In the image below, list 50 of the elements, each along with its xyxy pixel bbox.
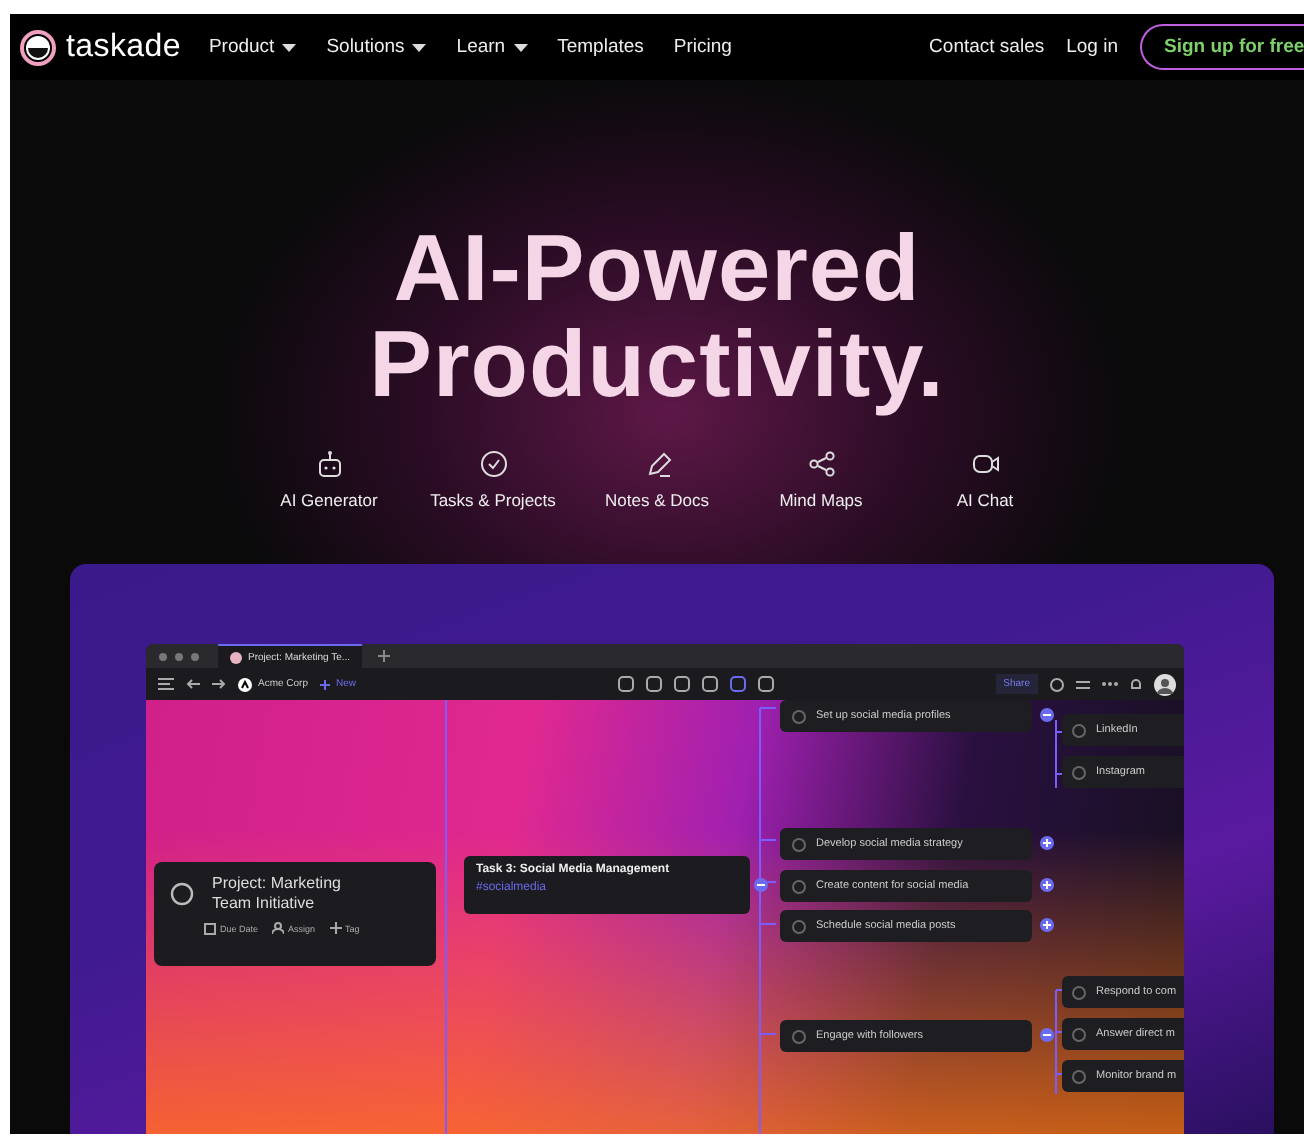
brand-name[interactable]: taskade <box>66 29 181 65</box>
expand-handle-icon[interactable] <box>1040 878 1054 892</box>
feature-link[interactable]: Tasks & Projects <box>430 490 556 510</box>
mind-map-view-icon[interactable] <box>729 676 746 692</box>
nav-link[interactable]: Pricing <box>673 36 732 58</box>
checkmark-circle-icon[interactable] <box>477 448 509 480</box>
nav-link[interactable]: Log in <box>1066 36 1118 58</box>
plus-icon <box>320 679 331 689</box>
collapse-handle-icon[interactable] <box>754 878 768 892</box>
nav-link[interactable]: Learn <box>456 36 528 58</box>
checkbox-icon <box>1072 723 1086 737</box>
avatar-icon[interactable] <box>1154 673 1176 695</box>
checkbox-icon <box>1072 765 1086 779</box>
collapse-handle-icon[interactable] <box>1040 1028 1054 1042</box>
checkbox-icon <box>1072 1027 1086 1041</box>
checkbox-icon <box>792 879 806 893</box>
nav-link[interactable]: Solutions <box>326 36 427 58</box>
checkbox-icon <box>792 837 806 851</box>
window-controls-icon <box>158 651 202 661</box>
forward-arrow-icon[interactable] <box>212 678 226 690</box>
feature-link[interactable]: AI Chat <box>956 490 1014 510</box>
nav-link[interactable]: Contact sales <box>929 36 1045 58</box>
robot-icon[interactable] <box>313 448 345 480</box>
person-icon <box>272 922 285 936</box>
back-arrow-icon[interactable] <box>186 678 200 690</box>
signup-button[interactable]: Sign up for free <box>1140 24 1304 70</box>
plus-icon[interactable] <box>378 650 391 662</box>
checkbox-icon <box>792 709 806 723</box>
feature-link[interactable]: Notes & Docs <box>605 490 709 510</box>
nav-link[interactable]: Templates <box>557 36 644 58</box>
feature-link[interactable]: AI Generator <box>280 490 378 510</box>
menu-icon[interactable] <box>158 678 174 690</box>
calendar-icon <box>204 922 216 936</box>
checkbox-icon <box>792 1029 806 1043</box>
expand-handle-icon[interactable] <box>1040 918 1054 932</box>
nav-link[interactable]: Product <box>208 36 297 58</box>
plus-icon <box>329 922 342 936</box>
project-title: Project: Marketing Team Initiative <box>212 874 343 914</box>
collapse-handle-icon[interactable] <box>1040 708 1054 722</box>
mind-map-icon[interactable] <box>805 448 837 480</box>
checkbox-icon <box>1072 985 1086 999</box>
checkbox-icon <box>792 919 806 933</box>
checkbox-icon <box>1072 1069 1086 1083</box>
bell-icon[interactable] <box>1130 677 1142 691</box>
taskade-logo-icon[interactable] <box>20 29 56 65</box>
expand-handle-icon[interactable] <box>1040 836 1054 850</box>
hero-title: Productivity. <box>369 316 945 412</box>
workspace-logo-icon <box>238 677 252 691</box>
feature-link[interactable]: Mind Maps <box>779 490 863 510</box>
hero-title: AI-Powered <box>393 220 921 316</box>
